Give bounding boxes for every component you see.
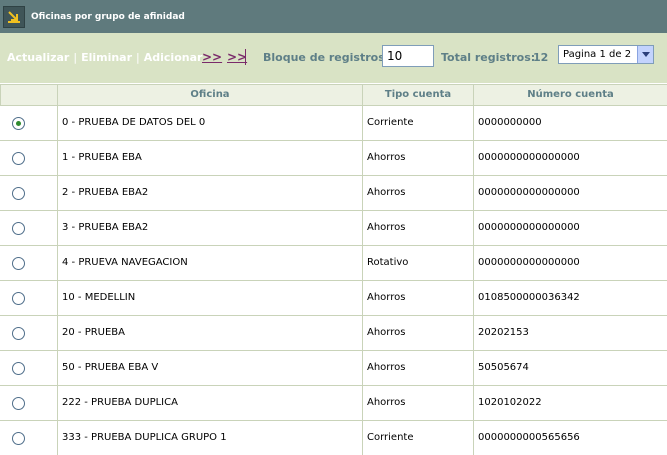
oficina-cell: 50 - PRUEBA EBA V xyxy=(57,351,362,385)
row-radio[interactable] xyxy=(12,117,25,130)
table-row[interactable]: 4 - PRUEVA NAVEGACION Rotativo 000000000… xyxy=(0,246,667,281)
select-cell xyxy=(0,211,57,245)
numero-cell: 20202153 xyxy=(473,316,667,350)
tipo-cell: Corriente xyxy=(362,421,473,455)
oficina-cell: 10 - MEDELLIN xyxy=(57,281,362,315)
tipo-cell: Ahorros xyxy=(362,141,473,175)
row-radio[interactable] xyxy=(12,187,25,200)
row-radio[interactable] xyxy=(12,327,25,340)
actualizar-link[interactable]: Actualizar xyxy=(7,51,69,64)
select-cell xyxy=(0,421,57,455)
adicionar-link[interactable]: Adicionar xyxy=(144,51,203,64)
tipo-cell: Rotativo xyxy=(362,246,473,280)
oficina-cell: 0 - PRUEBA DE DATOS DEL 0 xyxy=(57,106,362,140)
tipo-cell: Ahorros xyxy=(362,316,473,350)
row-radio[interactable] xyxy=(12,432,25,445)
numero-cell: 0000000000000000 xyxy=(473,211,667,245)
sort-arrow-icon xyxy=(3,5,25,28)
table-row[interactable]: 50 - PRUEBA EBA V Ahorros 50505674 xyxy=(0,351,667,386)
header-tipo-cuenta: Tipo cuenta xyxy=(362,85,473,105)
action-links: Actualizar | Eliminar | Adicionar xyxy=(7,51,202,64)
tipo-cell: Ahorros xyxy=(362,176,473,210)
chevron-down-icon[interactable] xyxy=(637,46,653,63)
header-numero-cuenta: Número cuenta xyxy=(473,85,667,105)
row-radio[interactable] xyxy=(12,292,25,305)
select-cell xyxy=(0,281,57,315)
oficina-cell: 4 - PRUEVA NAVEGACION xyxy=(57,246,362,280)
tipo-cell: Ahorros xyxy=(362,211,473,245)
radio-dot xyxy=(16,121,21,126)
page-select-value: Pagina 1 de 2 xyxy=(563,49,632,60)
block-records-input[interactable] xyxy=(382,45,434,67)
separator: | xyxy=(73,51,78,64)
table-row[interactable]: 1 - PRUEBA EBA Ahorros 0000000000000000 xyxy=(0,141,667,176)
row-radio[interactable] xyxy=(12,222,25,235)
numero-cell: 0000000000000000 xyxy=(473,246,667,280)
numero-cell: 50505674 xyxy=(473,351,667,385)
table-row[interactable]: 0 - PRUEBA DE DATOS DEL 0 Corriente 0000… xyxy=(0,106,667,141)
block-label: Bloque de registros: xyxy=(263,51,390,64)
tipo-cell: Ahorros xyxy=(362,386,473,420)
select-cell xyxy=(0,106,57,140)
select-cell xyxy=(0,386,57,420)
eliminar-link[interactable]: Eliminar xyxy=(81,51,132,64)
oficina-cell: 333 - PRUEBA DUPLICA GRUPO 1 xyxy=(57,421,362,455)
table-row[interactable]: 10 - MEDELLIN Ahorros 0108500000036342 xyxy=(0,281,667,316)
numero-cell: 0000000000565656 xyxy=(473,421,667,455)
separator: | xyxy=(136,51,140,64)
row-radio[interactable] xyxy=(12,257,25,270)
row-radio[interactable] xyxy=(12,152,25,165)
oficina-cell: 2 - PRUEBA EBA2 xyxy=(57,176,362,210)
row-radio[interactable] xyxy=(12,362,25,375)
numero-cell: 1020102022 xyxy=(473,386,667,420)
window-title: Oficinas por grupo de afinidad xyxy=(31,11,185,22)
select-cell xyxy=(0,141,57,175)
toolbar: Actualizar | Eliminar | Adicionar >> >> Bloq… xyxy=(0,33,667,83)
oficina-cell: 20 - PRUEBA xyxy=(57,316,362,350)
select-cell xyxy=(0,316,57,350)
page-select[interactable]: Pagina 1 de 2 xyxy=(558,45,654,64)
table-row[interactable]: 222 - PRUEBA DUPLICA Ahorros 1020102022 xyxy=(0,386,667,421)
numero-cell: 0108500000036342 xyxy=(473,281,667,315)
tipo-cell: Ahorros xyxy=(362,351,473,385)
total-label: Total registros: xyxy=(441,51,536,64)
select-cell xyxy=(0,246,57,280)
table-row[interactable]: 3 - PRUEBA EBA2 Ahorros 0000000000000000 xyxy=(0,211,667,246)
table-row[interactable]: 20 - PRUEBA Ahorros 20202153 xyxy=(0,316,667,351)
header-oficina: Oficina xyxy=(57,85,362,105)
oficina-cell: 222 - PRUEBA DUPLICA xyxy=(57,386,362,420)
total-value: 12 xyxy=(533,51,549,64)
row-radio[interactable] xyxy=(12,397,25,410)
title-bar: Oficinas por grupo de afinidad xyxy=(0,0,667,33)
select-cell xyxy=(0,176,57,210)
tipo-cell: Corriente xyxy=(362,106,473,140)
last-page-bar xyxy=(245,49,246,65)
oficina-cell: 3 - PRUEBA EBA2 xyxy=(57,211,362,245)
select-cell xyxy=(0,351,57,385)
next-page-link[interactable]: >> xyxy=(202,50,222,64)
header-select xyxy=(0,85,57,105)
tipo-cell: Ahorros xyxy=(362,281,473,315)
numero-cell: 0000000000 xyxy=(473,106,667,140)
table-row[interactable]: 333 - PRUEBA DUPLICA GRUPO 1 Corriente 0… xyxy=(0,421,667,455)
numero-cell: 0000000000000000 xyxy=(473,176,667,210)
table-header: Oficina Tipo cuenta Número cuenta xyxy=(0,84,667,106)
numero-cell: 0000000000000000 xyxy=(473,141,667,175)
oficina-cell: 1 - PRUEBA EBA xyxy=(57,141,362,175)
table-row[interactable]: 2 - PRUEBA EBA2 Ahorros 0000000000000000 xyxy=(0,176,667,211)
